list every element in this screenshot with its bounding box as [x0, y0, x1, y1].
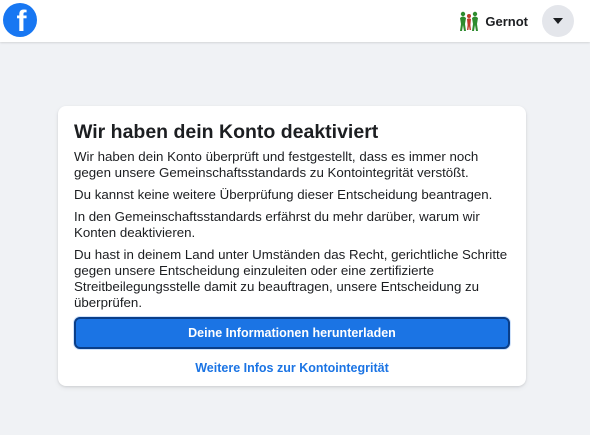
card-title: Wir haben dein Konto deaktiviert — [74, 121, 379, 143]
account-menu-button[interactable] — [542, 5, 574, 37]
info-paragraph: Du hast in deinem Land unter Umständen d… — [74, 247, 508, 310]
download-information-button[interactable]: Deine Informationen herunterladen — [74, 317, 510, 349]
logo-letter: f — [16, 5, 27, 37]
info-paragraph: Du kannst keine weitere Überprüfung dies… — [74, 187, 493, 202]
avatar — [458, 10, 480, 32]
caret-down-icon — [553, 18, 563, 24]
facebook-logo-icon[interactable]: f — [3, 3, 37, 37]
info-paragraph: Wir haben dein Konto überprüft und festg… — [74, 149, 479, 180]
top-navigation-bar: f Gernot — [0, 0, 590, 42]
profile-button[interactable]: Gernot — [458, 8, 528, 34]
profile-name: Gernot — [485, 13, 528, 29]
avatar-figures-icon — [460, 11, 479, 31]
info-paragraph: In den Gemeinschaftsstandards erfährst d… — [74, 209, 480, 240]
account-disabled-card: Wir haben dein Konto deaktiviert Wir hab… — [58, 106, 526, 386]
account-integrity-info-link[interactable]: Weitere Infos zur Kontointegrität — [74, 361, 510, 375]
